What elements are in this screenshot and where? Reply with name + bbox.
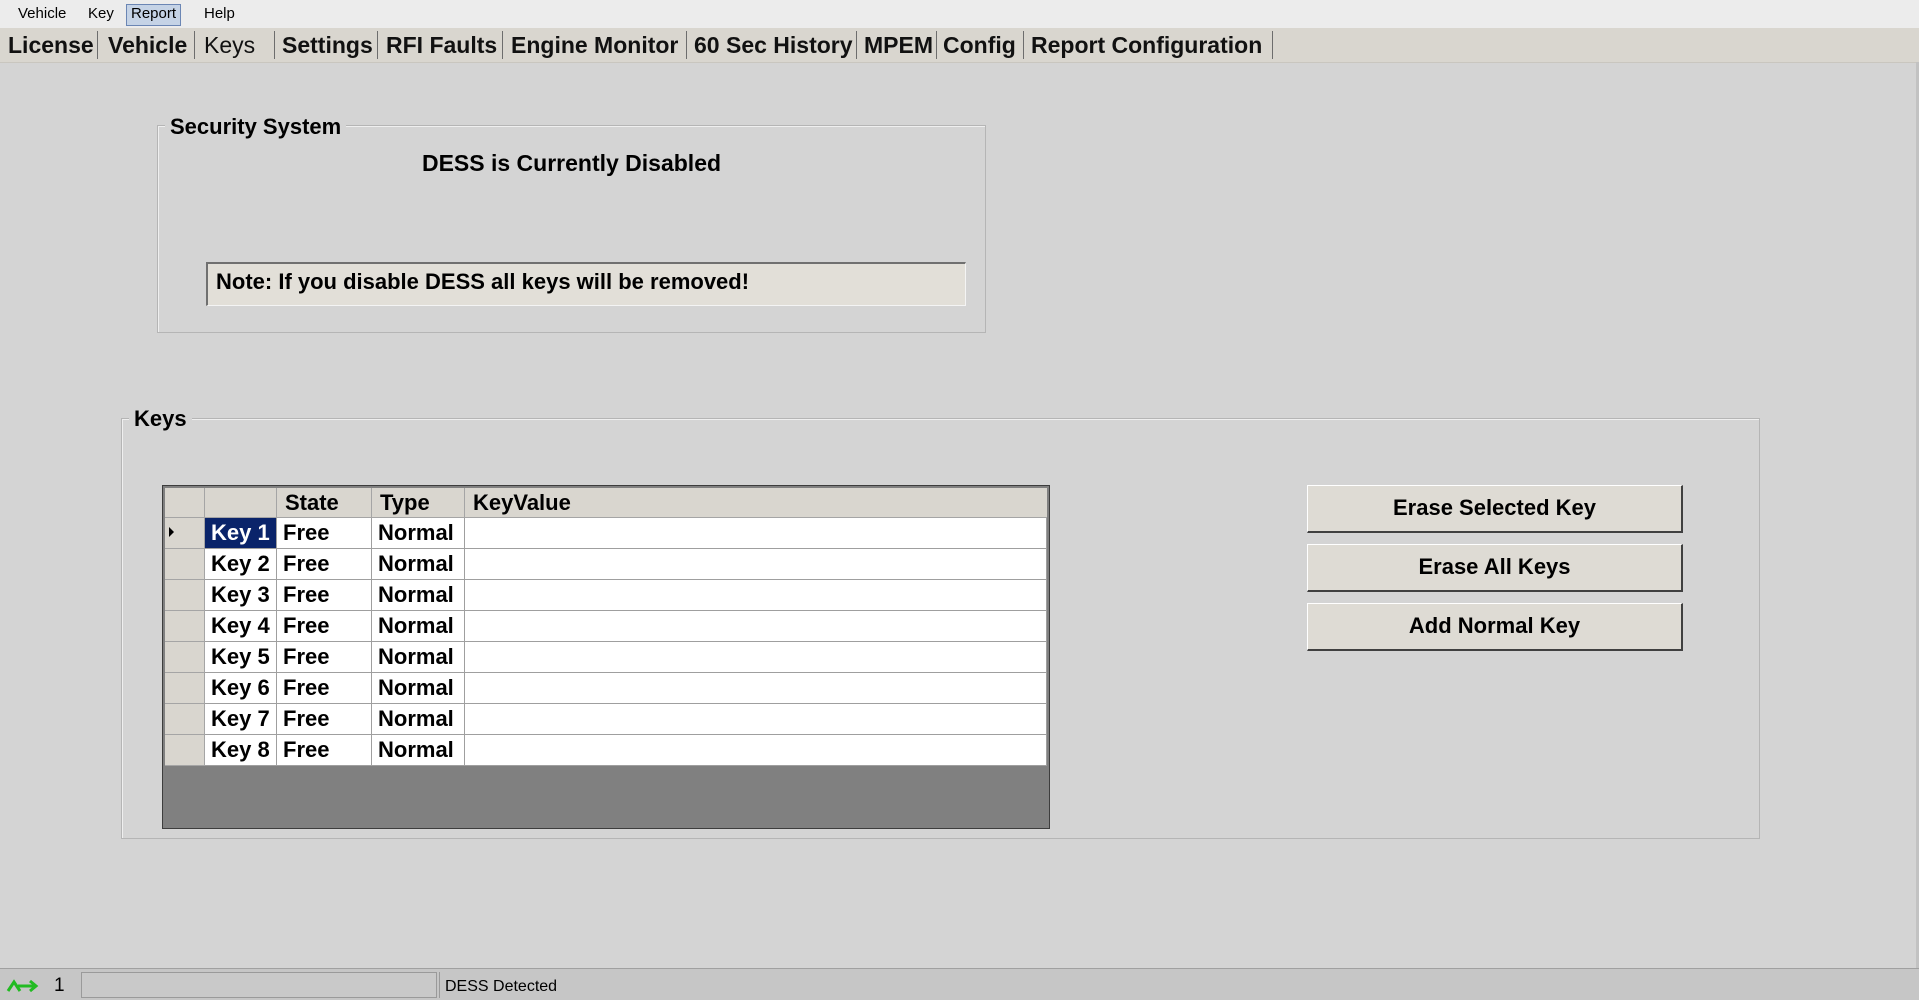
connection-arrows-icon xyxy=(6,979,39,993)
key-state-cell[interactable]: Free xyxy=(277,611,372,642)
status-message-panel: DESS Detected xyxy=(439,972,1917,998)
key-type-cell[interactable]: Normal xyxy=(372,549,465,580)
key-name-cell[interactable]: Key 3 xyxy=(205,580,277,611)
key-state-cell[interactable]: Free xyxy=(277,673,372,704)
key-value-cell[interactable] xyxy=(465,518,1047,549)
key-value-cell[interactable] xyxy=(465,611,1047,642)
erase-all-keys-button[interactable]: Erase All Keys xyxy=(1307,544,1683,592)
tab-60-sec-history[interactable]: 60 Sec History xyxy=(687,31,857,59)
dess-note: Note: If you disable DESS all keys will … xyxy=(206,262,966,306)
security-system-group: DESS is Currently Disabled Note: If you … xyxy=(157,125,986,333)
tab-rfi-faults[interactable]: RFI Faults xyxy=(379,31,503,59)
dess-status-text: DESS is Currently Disabled xyxy=(421,150,722,176)
tab-bar: License Vehicle Keys Settings RFI Faults… xyxy=(0,28,1919,63)
tab-report-configuration[interactable]: Report Configuration xyxy=(1024,31,1273,59)
column-header-type[interactable]: Type xyxy=(372,488,465,518)
row-header[interactable] xyxy=(165,518,205,549)
row-header[interactable] xyxy=(165,642,205,673)
row-header[interactable] xyxy=(165,580,205,611)
key-type-cell[interactable]: Normal xyxy=(372,518,465,549)
key-value-cell[interactable] xyxy=(465,673,1047,704)
tab-license[interactable]: License xyxy=(0,31,98,59)
key-name-cell[interactable]: Key 1 xyxy=(205,518,277,549)
key-name-cell[interactable]: Key 2 xyxy=(205,549,277,580)
menu-bar: Vehicle Key Report Help xyxy=(0,0,1919,29)
status-message: DESS Detected xyxy=(445,978,558,995)
key-value-cell[interactable] xyxy=(465,642,1047,673)
tab-config[interactable]: Config xyxy=(937,31,1024,59)
status-connection-panel: 1 xyxy=(2,972,78,998)
grid-corner-header xyxy=(165,488,205,518)
menu-key[interactable]: Key xyxy=(84,4,118,24)
key-value-cell[interactable] xyxy=(465,580,1047,611)
status-progress-panel xyxy=(81,972,437,998)
key-name-cell[interactable]: Key 4 xyxy=(205,611,277,642)
key-type-cell[interactable]: Normal xyxy=(372,580,465,611)
keys-group-title: Keys xyxy=(129,406,192,432)
key-name-cell[interactable]: Key 6 xyxy=(205,673,277,704)
status-bar: 1 DESS Detected xyxy=(0,968,1919,1000)
key-value-cell[interactable] xyxy=(465,735,1047,766)
key-value-cell[interactable] xyxy=(465,704,1047,735)
current-row-arrow-icon xyxy=(169,527,174,537)
key-name-cell[interactable]: Key 5 xyxy=(205,642,277,673)
keys-grid: State Type KeyValue Key 1 Free Normal Ke… xyxy=(162,485,1050,829)
menu-help[interactable]: Help xyxy=(200,4,239,24)
key-value-cell[interactable] xyxy=(465,549,1047,580)
erase-selected-key-button[interactable]: Erase Selected Key xyxy=(1307,485,1683,533)
key-state-cell[interactable]: Free xyxy=(277,580,372,611)
tab-mpem[interactable]: MPEM xyxy=(857,31,937,59)
column-header-name[interactable] xyxy=(205,488,277,518)
key-type-cell[interactable]: Normal xyxy=(372,642,465,673)
column-header-keyvalue[interactable]: KeyValue xyxy=(465,488,1047,518)
security-system-title: Security System xyxy=(165,114,347,140)
row-header[interactable] xyxy=(165,704,205,735)
key-type-cell[interactable]: Normal xyxy=(372,704,465,735)
key-type-cell[interactable]: Normal xyxy=(372,611,465,642)
tab-engine-monitor[interactable]: Engine Monitor xyxy=(503,31,687,59)
status-count: 1 xyxy=(54,975,65,996)
key-type-cell[interactable]: Normal xyxy=(372,735,465,766)
key-state-cell[interactable]: Free xyxy=(277,549,372,580)
menu-vehicle[interactable]: Vehicle xyxy=(14,4,70,24)
tab-keys[interactable]: Keys xyxy=(197,31,271,59)
row-header[interactable] xyxy=(165,673,205,704)
key-state-cell[interactable]: Free xyxy=(277,735,372,766)
column-header-state[interactable]: State xyxy=(277,488,372,518)
tab-settings[interactable]: Settings xyxy=(274,31,378,59)
key-type-cell[interactable]: Normal xyxy=(372,673,465,704)
key-state-cell[interactable]: Free xyxy=(277,518,372,549)
menu-report[interactable]: Report xyxy=(126,4,182,26)
tab-vehicle[interactable]: Vehicle xyxy=(101,31,195,59)
row-header[interactable] xyxy=(165,611,205,642)
row-header[interactable] xyxy=(165,735,205,766)
key-name-cell[interactable]: Key 7 xyxy=(205,704,277,735)
key-state-cell[interactable]: Free xyxy=(277,642,372,673)
add-normal-key-button[interactable]: Add Normal Key xyxy=(1307,603,1683,651)
key-state-cell[interactable]: Free xyxy=(277,704,372,735)
row-header[interactable] xyxy=(165,549,205,580)
key-name-cell[interactable]: Key 8 xyxy=(205,735,277,766)
